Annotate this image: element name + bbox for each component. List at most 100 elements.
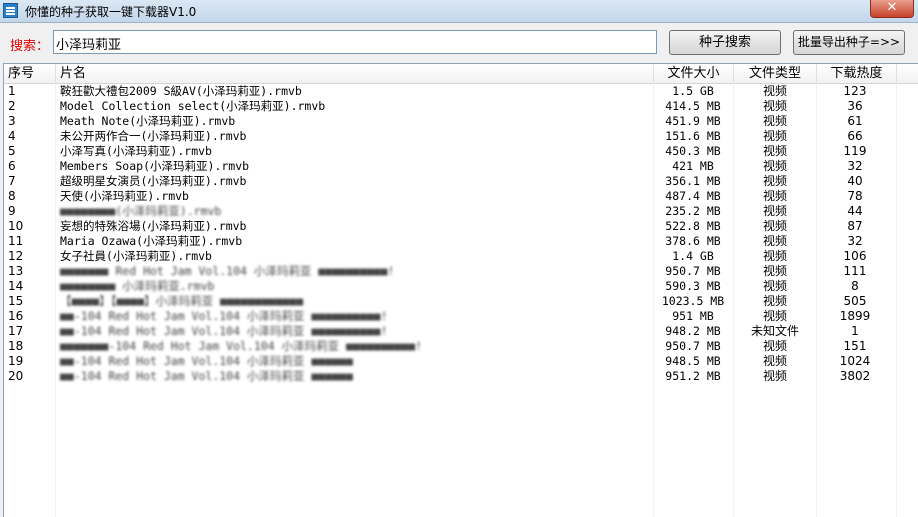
row-type: 视频 bbox=[762, 309, 787, 323]
window-title: 你懂的种子获取一键下载器V1.0 bbox=[25, 5, 197, 19]
table-row[interactable]: 2 Model Collection select(小泽玛莉亚).rmvb 414.… bbox=[4, 99, 918, 114]
row-name: ■■-104 Red Hot Jam Vol.104 小泽玛莉亚 ■■■■■■■… bbox=[60, 309, 388, 323]
row-heat: 1 bbox=[851, 324, 859, 338]
row-size: 451.9 MB bbox=[665, 114, 721, 128]
search-input[interactable] bbox=[53, 30, 657, 54]
row-index: 9 bbox=[8, 204, 16, 218]
table-row[interactable]: 20 ■■-104 Red Hot Jam Vol.104 小泽玛莉亚 ■■■■■… bbox=[4, 369, 918, 384]
row-name: ■■-104 Red Hot Jam Vol.104 小泽玛莉亚 ■■■■■■ bbox=[60, 354, 353, 368]
row-name: Meath Note(小泽玛莉亚).rmvb bbox=[60, 114, 236, 128]
row-size: 414.5 MB bbox=[665, 99, 721, 113]
row-heat: 111 bbox=[843, 264, 867, 278]
row-heat: 1024 bbox=[839, 354, 871, 368]
table-row[interactable]: 19 ■■-104 Red Hot Jam Vol.104 小泽玛莉亚 ■■■■■… bbox=[4, 354, 918, 369]
row-type: 视频 bbox=[762, 339, 787, 353]
table-row[interactable]: 18 ■■■■■■■-104 Red Hot Jam Vol.104 小泽玛莉亚 … bbox=[4, 339, 918, 354]
row-size: 950.7 MB bbox=[665, 339, 721, 353]
row-size: 1.4 GB bbox=[672, 249, 714, 263]
row-heat: 44 bbox=[847, 204, 863, 218]
row-index: 19 bbox=[8, 354, 24, 368]
row-size: 235.2 MB bbox=[665, 204, 721, 218]
column-header-index[interactable]: 序号 bbox=[4, 64, 56, 83]
title-bar[interactable]: 你懂的种子获取一键下载器V1.0 ✕ bbox=[0, 0, 918, 23]
table-row[interactable]: 13 ■■■■■■■ Red Hot Jam Vol.104 小泽玛莉亚 ■■■■… bbox=[4, 264, 918, 279]
row-index: 10 bbox=[8, 219, 24, 233]
table-row[interactable]: 17 ■■-104 Red Hot Jam Vol.104 小泽玛莉亚 ■■■■■… bbox=[4, 324, 918, 339]
row-size: 951.2 MB bbox=[665, 369, 721, 383]
row-index: 5 bbox=[8, 144, 16, 158]
row-heat: 3802 bbox=[839, 369, 871, 383]
row-index: 17 bbox=[8, 324, 24, 338]
row-index: 11 bbox=[8, 234, 24, 248]
row-type: 视频 bbox=[762, 129, 787, 143]
row-name: 小泽写真(小泽玛莉亚).rmvb bbox=[60, 144, 212, 158]
row-index: 3 bbox=[8, 114, 16, 128]
row-size: 487.4 MB bbox=[665, 189, 721, 203]
row-type: 视频 bbox=[762, 159, 787, 173]
row-type: 视频 bbox=[762, 144, 787, 158]
row-name: 鞍狂歡大禮包2009 S級AV(小泽玛莉亚).rmvb bbox=[60, 84, 302, 98]
row-heat: 32 bbox=[847, 234, 863, 248]
table-row[interactable]: 10 妄想的特殊浴場(小泽玛莉亚).rmvb 522.8 MB 视频 87 bbox=[4, 219, 918, 234]
table-row[interactable]: 1 鞍狂歡大禮包2009 S級AV(小泽玛莉亚).rmvb 1.5 GB 视频 123 bbox=[4, 84, 918, 99]
row-index: 1 bbox=[8, 84, 16, 98]
row-type: 视频 bbox=[762, 369, 787, 383]
table-row[interactable]: 3 Meath Note(小泽玛莉亚).rmvb 451.9 MB 视频 61 bbox=[4, 114, 918, 129]
row-index: 4 bbox=[8, 129, 16, 143]
table-row[interactable]: 9 ■■■■■■■■(小泽玛莉亚).rmvb 235.2 MB 视频 44 bbox=[4, 204, 918, 219]
row-heat: 66 bbox=[847, 129, 863, 143]
row-name: Model Collection select(小泽玛莉亚).rmvb bbox=[60, 99, 326, 113]
row-name: 【■■■■】【■■■■】小泽玛莉亚 ■■■■■■■■■■■■ bbox=[60, 294, 304, 308]
list-header: 序号 片名 文件大小 文件类型 下载热度 bbox=[4, 64, 918, 84]
column-header-name[interactable]: 片名 bbox=[56, 64, 654, 83]
results-list[interactable]: 序号 片名 文件大小 文件类型 下载热度 1 鞍狂歡大禮包2009 S級AV(小泽… bbox=[3, 63, 918, 517]
row-type: 视频 bbox=[762, 99, 787, 113]
search-label: 搜索： bbox=[10, 39, 50, 54]
row-name: Members Soap(小泽玛莉亚).rmvb bbox=[60, 159, 250, 173]
search-toolbar: 搜索： 种子搜索 批量导出种子=>> bbox=[0, 23, 918, 63]
row-heat: 61 bbox=[847, 114, 863, 128]
row-index: 20 bbox=[8, 369, 24, 383]
table-row[interactable]: 5 小泽写真(小泽玛莉亚).rmvb 450.3 MB 视频 119 bbox=[4, 144, 918, 159]
row-size: 951 MB bbox=[672, 309, 714, 323]
table-row[interactable]: 15 【■■■■】【■■■■】小泽玛莉亚 ■■■■■■■■■■■■ 1023.5 M… bbox=[4, 294, 918, 309]
batch-export-button[interactable]: 批量导出种子=>> bbox=[793, 30, 905, 55]
row-name: ■■■■■■■-104 Red Hot Jam Vol.104 小泽玛莉亚 ■■… bbox=[60, 339, 423, 353]
column-header-type[interactable]: 文件类型 bbox=[734, 64, 817, 83]
row-heat: 1899 bbox=[839, 309, 871, 323]
seed-search-button[interactable]: 种子搜索 bbox=[669, 30, 781, 55]
column-header-size[interactable]: 文件大小 bbox=[654, 64, 734, 83]
row-size: 948.2 MB bbox=[665, 324, 721, 338]
row-name: Maria Ozawa(小泽玛莉亚).rmvb bbox=[60, 234, 243, 248]
table-row[interactable]: 11 Maria Ozawa(小泽玛莉亚).rmvb 378.6 MB 视频 32 bbox=[4, 234, 918, 249]
row-size: 590.3 MB bbox=[665, 279, 721, 293]
row-size: 1.5 GB bbox=[672, 84, 714, 98]
row-name: ■■-104 Red Hot Jam Vol.104 小泽玛莉亚 ■■■■■■ bbox=[60, 369, 353, 383]
row-heat: 36 bbox=[847, 99, 863, 113]
row-heat: 119 bbox=[843, 144, 867, 158]
row-type: 视频 bbox=[762, 234, 787, 248]
row-type: 视频 bbox=[762, 204, 787, 218]
row-index: 18 bbox=[8, 339, 24, 353]
app-icon bbox=[3, 3, 18, 18]
row-name: 妄想的特殊浴場(小泽玛莉亚).rmvb bbox=[60, 219, 247, 233]
row-heat: 40 bbox=[847, 174, 863, 188]
row-name: 未公开两作合一(小泽玛莉亚).rmvb bbox=[60, 129, 247, 143]
table-row[interactable]: 7 超级明星女演员(小泽玛莉亚).rmvb 356.1 MB 视频 40 bbox=[4, 174, 918, 189]
row-index: 8 bbox=[8, 189, 16, 203]
table-row[interactable]: 8 天使(小泽玛莉亚).rmvb 487.4 MB 视频 78 bbox=[4, 189, 918, 204]
row-size: 950.7 MB bbox=[665, 264, 721, 278]
table-row[interactable]: 12 女子社員(小泽玛莉亚).rmvb 1.4 GB 视频 106 bbox=[4, 249, 918, 264]
row-type: 视频 bbox=[762, 264, 787, 278]
row-heat: 151 bbox=[843, 339, 867, 353]
close-button[interactable]: ✕ bbox=[870, 0, 914, 18]
column-header-heat[interactable]: 下载热度 bbox=[817, 64, 897, 83]
table-row[interactable]: 16 ■■-104 Red Hot Jam Vol.104 小泽玛莉亚 ■■■■■… bbox=[4, 309, 918, 324]
row-name: ■■■■■■■■ 小泽玛莉亚.rmvb bbox=[60, 279, 215, 293]
table-row[interactable]: 14 ■■■■■■■■ 小泽玛莉亚.rmvb 590.3 MB 视频 8 bbox=[4, 279, 918, 294]
table-row[interactable]: 6 Members Soap(小泽玛莉亚).rmvb 421 MB 视频 32 bbox=[4, 159, 918, 174]
table-row[interactable]: 4 未公开两作合一(小泽玛莉亚).rmvb 151.6 MB 视频 66 bbox=[4, 129, 918, 144]
row-name: 天使(小泽玛莉亚).rmvb bbox=[60, 189, 189, 203]
row-type: 视频 bbox=[762, 279, 787, 293]
row-index: 6 bbox=[8, 159, 16, 173]
